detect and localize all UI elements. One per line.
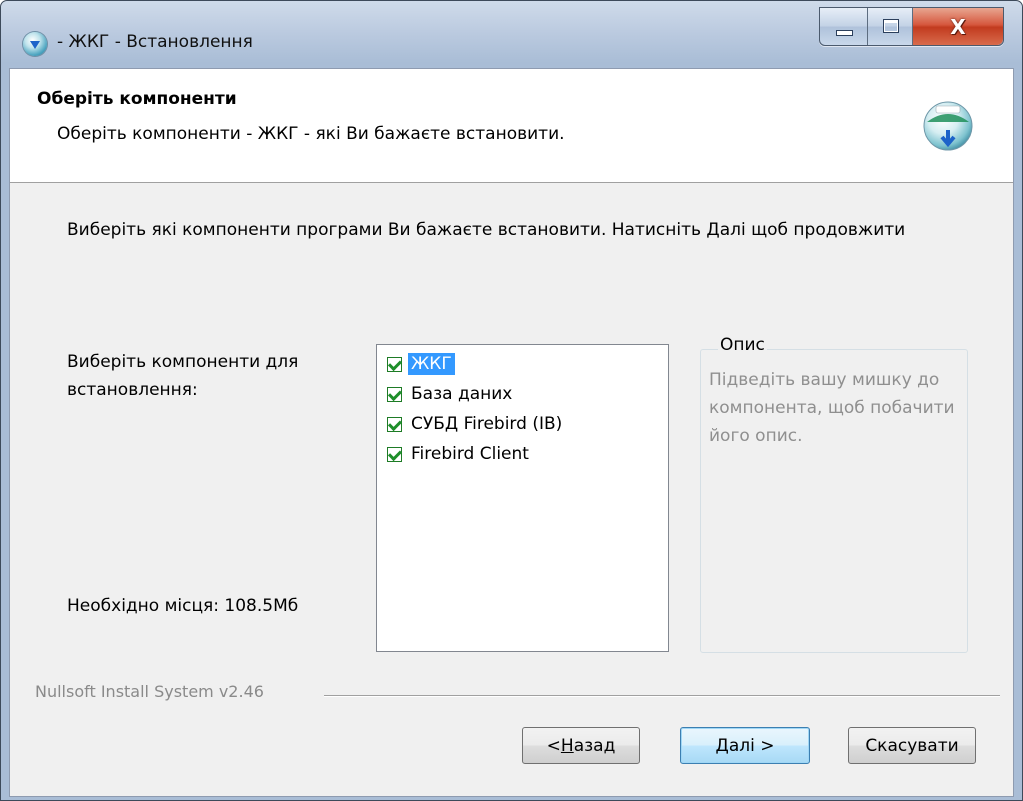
caption-buttons: X bbox=[819, 7, 1004, 46]
component-label: ЖКГ bbox=[408, 353, 455, 375]
component-label: База даних bbox=[411, 384, 513, 404]
back-button[interactable]: < Назад bbox=[522, 727, 640, 764]
minimize-button[interactable] bbox=[820, 8, 868, 45]
dialog-client-area: Оберіть компоненти Оберіть компоненти - … bbox=[9, 68, 1014, 797]
page-subtitle: Оберіть компоненти - ЖКГ - які Ви бажаєт… bbox=[57, 124, 565, 144]
back-button-accelerator: Н bbox=[560, 735, 574, 756]
cancel-button[interactable]: Скасувати bbox=[848, 727, 976, 764]
back-button-rest: азад bbox=[573, 735, 616, 756]
checkbox-checked-icon[interactable] bbox=[387, 356, 402, 372]
space-required-label: Необхідно місця: 108.5Мб bbox=[67, 596, 299, 616]
checkbox-checked-icon[interactable] bbox=[387, 416, 402, 432]
description-legend: Опис bbox=[718, 335, 767, 355]
branding-text: Nullsoft Install System v2.46 bbox=[35, 682, 264, 701]
description-text: Підведіть вашу мишку до компонента, щоб … bbox=[709, 370, 955, 446]
component-item-zhkg[interactable]: ЖКГ bbox=[387, 349, 455, 379]
page-header: Оберіть компоненти Оберіть компоненти - … bbox=[10, 69, 1013, 183]
component-label: Firebird Client bbox=[411, 444, 529, 464]
installer-window: - ЖКГ - Встановлення X Оберіть компонент… bbox=[0, 0, 1023, 801]
intro-text: Виберіть які компоненти програми Ви бажа… bbox=[67, 220, 906, 240]
branding-divider bbox=[324, 695, 1000, 697]
minimize-icon bbox=[836, 30, 853, 36]
title-bar[interactable]: - ЖКГ - Встановлення X bbox=[1, 1, 1022, 69]
installer-logo-icon bbox=[923, 101, 973, 151]
maximize-button[interactable] bbox=[868, 8, 913, 45]
components-label: Виберіть компоненти для встановлення: bbox=[67, 352, 299, 400]
next-button[interactable]: Далі > bbox=[680, 727, 810, 764]
back-button-prefix: < bbox=[546, 735, 561, 756]
component-item-database[interactable]: База даних bbox=[387, 379, 515, 409]
component-item-firebird-dbms[interactable]: СУБД Firebird (IB) bbox=[387, 409, 565, 439]
page-title: Оберіть компоненти bbox=[37, 89, 237, 109]
maximize-icon bbox=[883, 19, 899, 33]
window-title: - ЖКГ - Встановлення bbox=[57, 32, 253, 52]
checkbox-checked-icon[interactable] bbox=[387, 446, 402, 462]
component-item-firebird-client[interactable]: Firebird Client bbox=[387, 439, 532, 469]
components-tree[interactable]: ЖКГ База даних СУБД Firebird (IB) Firebi… bbox=[376, 344, 669, 652]
close-icon: X bbox=[950, 14, 966, 39]
component-label: СУБД Firebird (IB) bbox=[411, 414, 563, 434]
checkbox-checked-icon[interactable] bbox=[387, 386, 402, 402]
close-button[interactable]: X bbox=[913, 8, 1003, 45]
installer-app-icon bbox=[23, 32, 47, 56]
